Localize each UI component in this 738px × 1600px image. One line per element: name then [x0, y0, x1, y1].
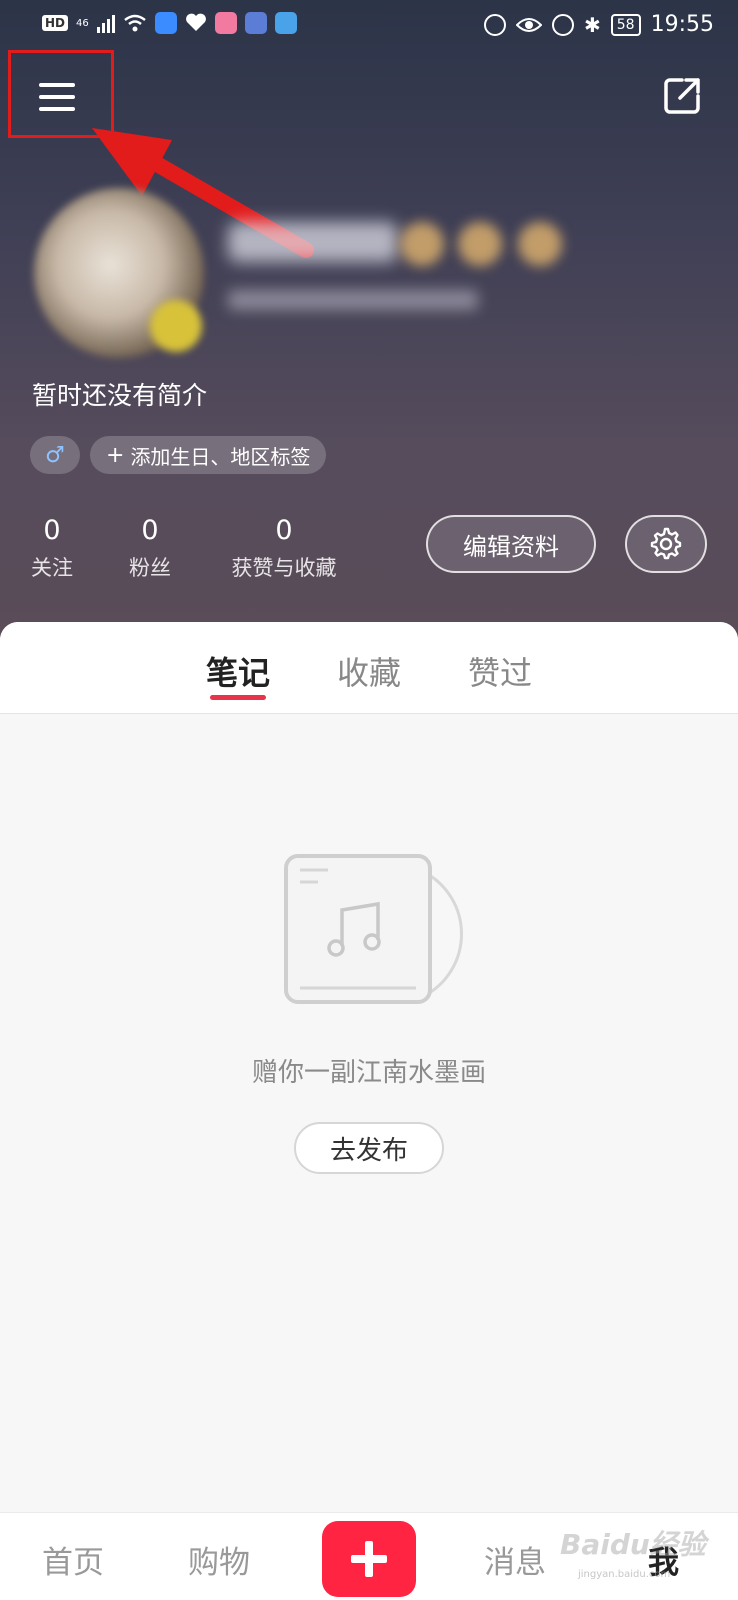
weather-app-icon — [274, 12, 297, 34]
watermark-url: jingyan.baidu.com — [578, 1569, 671, 1580]
heart-monitor-icon — [185, 13, 206, 31]
nav-home[interactable]: 首页 — [42, 1537, 104, 1582]
status-right: ✱ 58 19:55 — [484, 12, 714, 37]
tab-collections[interactable]: 收藏 — [337, 648, 401, 694]
stat-label: 获赞与收藏 — [231, 556, 337, 580]
baidu-watermark: Baidu经验 — [560, 1528, 706, 1561]
app-icon-pink — [214, 12, 237, 34]
bottom-nav: 首页 购物 消息 我 Baidu经验 jingyan.baidu.com — [0, 1512, 738, 1600]
menu-button[interactable] — [8, 50, 114, 138]
empty-notes-illustration — [284, 854, 464, 1004]
medal-icon — [400, 222, 444, 266]
battery-indicator: 58 — [610, 13, 641, 36]
content-panel: 笔记 收藏 赞过 赠你一副江南水墨画 去发布 — [0, 622, 738, 1512]
medal-icon — [518, 222, 562, 266]
network-type: 46 — [76, 17, 89, 29]
bluetooth-icon: ✱ — [584, 12, 601, 37]
nav-messages[interactable]: 消息 — [484, 1537, 546, 1582]
share-icon[interactable] — [662, 76, 702, 116]
status-left: HD 46 — [42, 12, 297, 34]
stat-likes-collects[interactable]: 0 获赞与收藏 — [226, 514, 342, 582]
profile-bio: 暂时还没有简介 — [32, 381, 208, 410]
shield-app-icon — [154, 12, 177, 34]
settings-button[interactable] — [625, 515, 707, 573]
plus-icon — [351, 1541, 387, 1577]
eye-comfort-icon — [516, 17, 542, 32]
stat-label: 关注 — [31, 556, 73, 580]
publish-button[interactable]: 去发布 — [294, 1122, 444, 1174]
username-blurred — [228, 222, 398, 262]
signal-icon — [96, 13, 115, 33]
wifi-icon — [123, 14, 146, 32]
edit-profile-button[interactable]: 编辑资料 — [426, 515, 596, 573]
profile-tags: ♂ + 添加生日、地区标签 — [30, 436, 327, 474]
gender-tag[interactable]: ♂ — [30, 436, 80, 474]
hd-indicator: HD — [42, 15, 69, 31]
alarm-icon — [552, 13, 574, 36]
hamburger-icon-line — [39, 107, 75, 111]
stat-following[interactable]: 0 关注 — [30, 514, 74, 582]
stat-followers[interactable]: 0 粉丝 — [128, 514, 172, 582]
medal-icon — [458, 222, 502, 266]
data-saver-icon — [484, 13, 506, 36]
add-tag-button[interactable]: + 添加生日、地区标签 — [90, 436, 327, 474]
create-post-button[interactable] — [322, 1521, 416, 1597]
tab-notes[interactable]: 笔记 — [206, 648, 270, 694]
avatar-badge — [150, 300, 202, 352]
profile-tabs: 笔记 收藏 赞过 — [0, 622, 738, 714]
profile-header: HD 46 ✱ 58 19:55 暂时还没有简介 ♂ + 添加生日、地区标签 0… — [0, 0, 738, 640]
active-tab-indicator — [210, 695, 266, 700]
clock: 19:55 — [650, 12, 714, 37]
status-bar: HD 46 ✱ 58 19:55 — [0, 0, 738, 52]
hamburger-icon — [39, 83, 75, 87]
stat-value: 0 — [275, 515, 293, 546]
hamburger-icon-line — [39, 95, 75, 99]
plus-icon: + — [106, 442, 125, 468]
add-tag-label: 添加生日、地区标签 — [130, 444, 311, 469]
stat-label: 粉丝 — [129, 556, 171, 580]
male-icon: ♂ — [45, 442, 65, 468]
tab-liked[interactable]: 赞过 — [468, 648, 532, 694]
app-icon-blue — [244, 12, 267, 34]
gear-icon — [650, 527, 682, 560]
user-id-blurred — [228, 290, 478, 310]
nav-shop[interactable]: 购物 — [188, 1537, 250, 1582]
stat-value: 0 — [43, 515, 61, 546]
empty-state-message: 赠你一副江南水墨画 — [251, 1058, 486, 1088]
stat-value: 0 — [141, 515, 159, 546]
